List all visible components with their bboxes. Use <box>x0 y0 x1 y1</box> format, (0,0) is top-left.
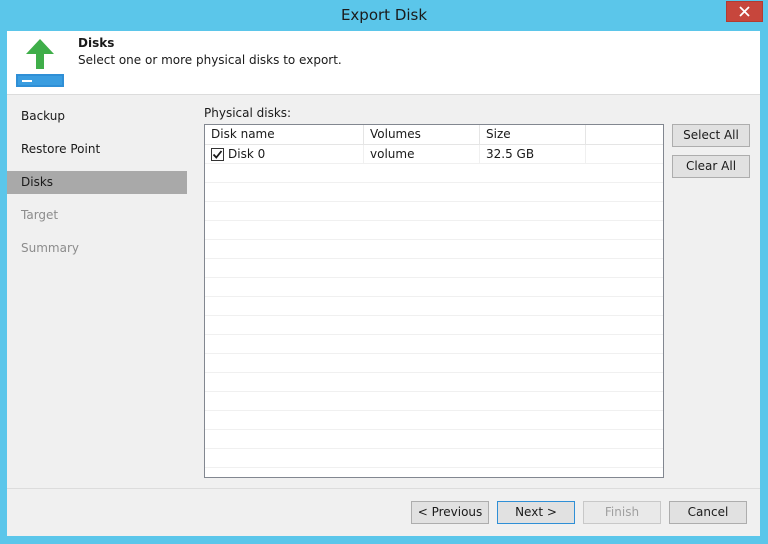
sidebar-item-summary: Summary <box>21 241 79 255</box>
size-cell: 32.5 GB <box>480 145 586 164</box>
physical-disks-table[interactable]: Disk name Volumes Size Disk 0 volume 32.… <box>204 124 664 478</box>
sidebar-item-target: Target <box>21 208 59 222</box>
checkmark-icon <box>212 150 223 159</box>
wizard-footer: < Previous Next > Finish Cancel <box>7 488 760 536</box>
clear-all-button[interactable]: Clear All <box>672 155 750 178</box>
empty-row <box>205 335 663 354</box>
close-button[interactable] <box>726 1 763 22</box>
page-title: Disks <box>78 36 115 50</box>
wizard-steps-sidebar: Backup Restore Point Disks Target Summar… <box>7 95 187 488</box>
cancel-button[interactable]: Cancel <box>669 501 747 524</box>
sidebar-item-disks[interactable]: Disks <box>7 171 187 194</box>
column-header-size[interactable]: Size <box>480 125 586 145</box>
empty-row <box>205 411 663 430</box>
close-icon <box>739 6 750 17</box>
title-bar[interactable]: Export Disk <box>0 0 768 31</box>
physical-disks-label: Physical disks: <box>204 106 292 120</box>
finish-button: Finish <box>583 501 661 524</box>
empty-row <box>205 278 663 297</box>
empty-row <box>205 297 663 316</box>
window-title: Export Disk <box>340 6 428 24</box>
empty-row <box>205 240 663 259</box>
sidebar-item-backup[interactable]: Backup <box>7 105 187 128</box>
empty-row <box>205 392 663 411</box>
previous-button[interactable]: < Previous <box>411 501 489 524</box>
table-header: Disk name Volumes Size <box>205 125 663 145</box>
next-button[interactable]: Next > <box>497 501 575 524</box>
empty-row <box>205 183 663 202</box>
empty-row <box>205 373 663 392</box>
empty-row <box>205 316 663 335</box>
select-all-button[interactable]: Select All <box>672 124 750 147</box>
export-disk-window: Export Disk Disks Select one or more phy… <box>0 0 768 544</box>
empty-row <box>205 449 663 468</box>
empty-row <box>205 259 663 278</box>
disk-name-text: Disk 0 <box>228 147 266 161</box>
empty-row <box>205 202 663 221</box>
empty-row <box>205 430 663 449</box>
empty-row <box>205 354 663 373</box>
disk-name-cell: Disk 0 <box>205 145 364 164</box>
empty-row <box>205 221 663 240</box>
sidebar-item-restore-point[interactable]: Restore Point <box>7 138 187 161</box>
wizard-header: Disks Select one or more physical disks … <box>7 31 760 95</box>
table-row[interactable]: Disk 0 volume 32.5 GB <box>205 145 663 164</box>
disk-checkbox[interactable] <box>211 148 224 161</box>
wizard-client-area: Disks Select one or more physical disks … <box>7 31 760 536</box>
volumes-cell: volume <box>364 145 480 164</box>
page-description: Select one or more physical disks to exp… <box>78 53 342 67</box>
column-header-disk-name[interactable]: Disk name <box>205 125 364 145</box>
column-header-volumes[interactable]: Volumes <box>364 125 480 145</box>
content-panel: Physical disks: Disk name Volumes Size D… <box>190 95 760 488</box>
wizard-content: Physical disks: Disk name Volumes Size D… <box>187 95 760 488</box>
empty-row <box>205 164 663 183</box>
export-arrow-icon <box>16 39 64 87</box>
